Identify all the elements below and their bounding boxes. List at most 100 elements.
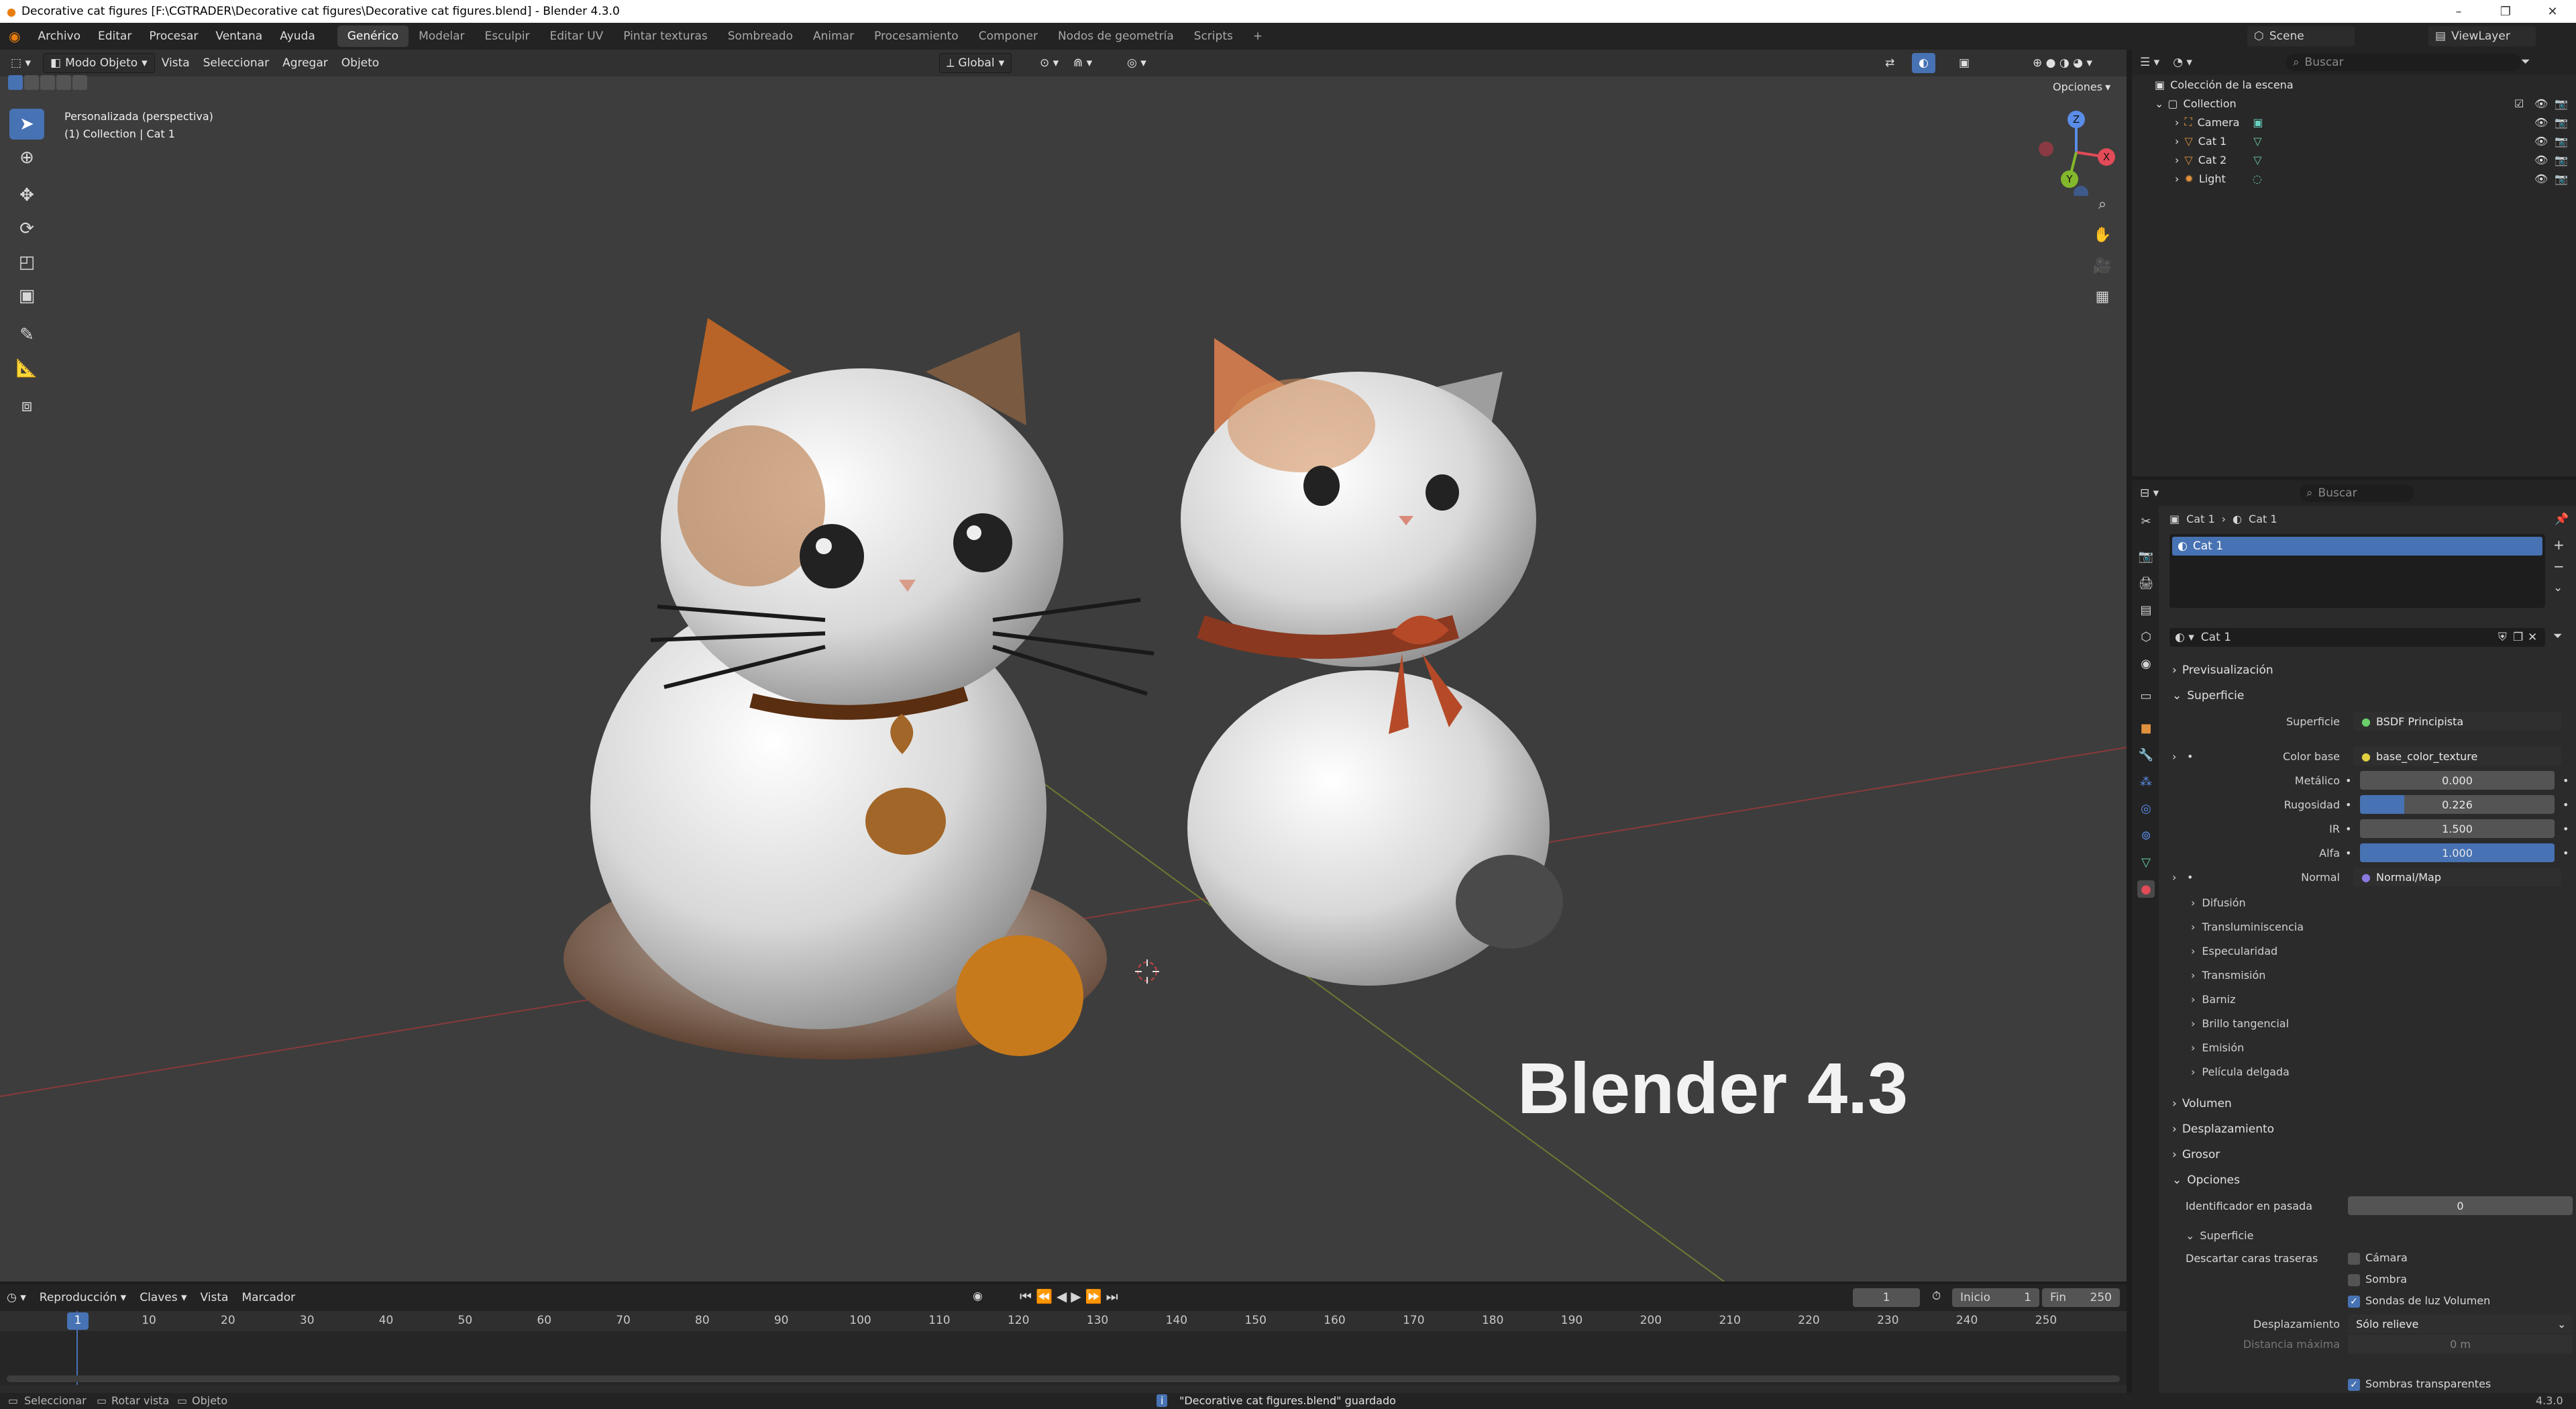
- keyframe-dot-icon[interactable]: •: [2563, 774, 2569, 787]
- scale-tool[interactable]: ◰: [9, 247, 44, 278]
- workspace-tab-editar-uv[interactable]: Editar UV: [539, 25, 613, 47]
- section-preview[interactable]: › Previsualización: [2172, 659, 2575, 682]
- menu-procesar[interactable]: Procesar: [140, 23, 207, 50]
- workspace-tab-sombreado[interactable]: Sombreado: [718, 25, 803, 47]
- camera-render-icon[interactable]: 📷: [2555, 116, 2568, 129]
- camera-render-icon[interactable]: 📷: [2555, 172, 2568, 185]
- pass-index-field[interactable]: 0: [2348, 1196, 2573, 1215]
- select-new-icon[interactable]: [8, 75, 23, 90]
- outliner-scene-collection[interactable]: ▣ Colección de la escena: [2132, 75, 2576, 94]
- object-tab-icon[interactable]: ■: [2137, 719, 2155, 737]
- alpha-slider[interactable]: 1.000: [2360, 843, 2555, 862]
- max-distance-field[interactable]: 0 m: [2348, 1335, 2573, 1353]
- timeline-menu-claves[interactable]: Claves ▾: [133, 1288, 193, 1308]
- workspace-tab-esculpir[interactable]: Esculpir: [475, 25, 540, 47]
- view-layer-selector[interactable]: ▤ ViewLayer: [2428, 26, 2536, 46]
- camera-render-icon[interactable]: 📷: [2555, 97, 2568, 110]
- constraints-tab-icon[interactable]: ⊚: [2137, 827, 2155, 844]
- workspace-tab-componer[interactable]: Componer: [969, 25, 1048, 47]
- start-frame-field[interactable]: Inicio 1: [1952, 1288, 2039, 1307]
- transform-tool[interactable]: ▣: [9, 280, 44, 311]
- section-thickness[interactable]: › Grosor: [2172, 1143, 2575, 1166]
- eye-icon[interactable]: 👁: [2534, 135, 2548, 148]
- timeline-scrollbar[interactable]: [7, 1375, 2120, 1382]
- playback-controls[interactable]: ⏮⏪◀▶⏩⏭: [1020, 1288, 1122, 1304]
- duplicate-icon[interactable]: ❐: [2513, 631, 2523, 644]
- xray-button[interactable]: ▣: [1952, 53, 1976, 73]
- viewport-menu-agregar[interactable]: Agregar: [276, 53, 335, 73]
- properties-editor-icon[interactable]: ⊟ ▾: [2140, 486, 2159, 500]
- outliner-item-light[interactable]: › ✹ Light ◌ 👁 📷: [2132, 169, 2576, 188]
- snap-toggle-button[interactable]: ⋒ ▾: [1067, 53, 1099, 73]
- particles-tab-icon[interactable]: ⁂: [2137, 773, 2155, 790]
- outliner-item-camera[interactable]: › ⛶ Camera ▣ 👁 📷: [2132, 113, 2576, 132]
- eye-icon[interactable]: 👁: [2534, 97, 2548, 110]
- output-tab-icon[interactable]: 🖨: [2137, 574, 2155, 592]
- outliner-item-cat-2[interactable]: › ▽ Cat 2 ▽ 👁 📷: [2132, 150, 2576, 169]
- tool-tab-icon[interactable]: ✂: [2137, 513, 2155, 530]
- subpanel-difusion[interactable]: › Difusión: [2191, 891, 2567, 914]
- chevron-right-icon[interactable]: ›: [2172, 871, 2176, 884]
- selection-mode-buttons[interactable]: [8, 75, 87, 90]
- workspace-tab-modelar[interactable]: Modelar: [409, 25, 474, 47]
- section-volume[interactable]: › Volumen: [2172, 1092, 2575, 1115]
- transform-orientation-dropdown[interactable]: ⟂ Global ▾: [939, 53, 1012, 73]
- add-workspace-button[interactable]: +: [1243, 25, 1273, 47]
- outliner-item-cat-1[interactable]: › ▽ Cat 1 ▽ 👁 📷: [2132, 132, 2576, 150]
- record-icon[interactable]: ◉: [973, 1290, 983, 1303]
- editor-type-button[interactable]: ⬚ ▾: [4, 53, 38, 73]
- blender-menu-icon[interactable]: ◉: [0, 23, 29, 50]
- move-tool[interactable]: ✥: [9, 180, 44, 211]
- select-subtract-icon[interactable]: [40, 75, 55, 90]
- remove-slot-icon[interactable]: −: [2553, 558, 2565, 574]
- checkbox-icon[interactable]: ☑: [2514, 97, 2524, 110]
- keyframe-dot-icon[interactable]: •: [2563, 823, 2569, 835]
- camera-checkbox[interactable]: Cámara: [2348, 1251, 2408, 1265]
- camera-view-button[interactable]: 🎥: [2089, 252, 2116, 279]
- subpanel-emision[interactable]: › Emisión: [2191, 1036, 2567, 1059]
- fake-user-icon[interactable]: ⛨: [2498, 631, 2507, 644]
- select-box-tool[interactable]: ➤: [9, 109, 44, 140]
- shadow-checkbox[interactable]: Sombra: [2348, 1273, 2407, 1286]
- options-surface-subpanel[interactable]: ⌄ Superficie: [2186, 1224, 2561, 1247]
- keyframe-dot-icon[interactable]: •: [2563, 798, 2569, 811]
- clock-icon[interactable]: ⏱: [1932, 1290, 1941, 1303]
- select-extend-icon[interactable]: [24, 75, 39, 90]
- workspace-tab-nodos-geometria[interactable]: Nodos de geometría: [1048, 25, 1184, 47]
- material-datablock-selector[interactable]: ◐ ▾ Cat 1 ⛨ ❐ ✕: [2169, 628, 2545, 647]
- workspace-tab-animar[interactable]: Animar: [803, 25, 864, 47]
- slot-specials-icon[interactable]: ⌄: [2553, 581, 2563, 594]
- link-icon[interactable]: ⏷: [2553, 629, 2563, 643]
- subpanel-transluminiscencia[interactable]: › Transluminiscencia: [2191, 915, 2567, 938]
- menu-ayuda[interactable]: Ayuda: [271, 23, 324, 50]
- collection-tab-icon[interactable]: ▭: [2137, 687, 2155, 704]
- scene-selector[interactable]: ⬡ Scene: [2247, 26, 2355, 46]
- timeline-menu-marcador[interactable]: Marcador: [235, 1288, 302, 1308]
- annotate-tool[interactable]: ✎: [9, 319, 44, 350]
- subpanel-especularidad[interactable]: › Especularidad: [2191, 939, 2567, 962]
- physics-tab-icon[interactable]: ◎: [2137, 800, 2155, 817]
- view-layer-tab-icon[interactable]: ▤: [2137, 601, 2155, 619]
- add-slot-icon[interactable]: +: [2553, 537, 2565, 553]
- select-invert-icon[interactable]: [56, 75, 71, 90]
- workspace-tab-scripts[interactable]: Scripts: [1184, 25, 1243, 47]
- section-surface[interactable]: ⌄ Superficie: [2172, 684, 2575, 707]
- outliner-collection-row[interactable]: ⌄ ▢ Collection ☑ 👁 📷: [2132, 94, 2576, 113]
- current-frame-field[interactable]: 1: [1853, 1288, 1920, 1307]
- timeline-menu-vista[interactable]: Vista: [194, 1288, 235, 1308]
- render-tab-icon[interactable]: 📷: [2137, 547, 2155, 565]
- outliner-filter-icon[interactable]: ◔ ▾: [2173, 56, 2192, 69]
- viewport-menu-seleccionar[interactable]: Seleccionar: [197, 53, 276, 73]
- chevron-right-icon[interactable]: ›: [2172, 750, 2176, 763]
- section-displacement[interactable]: › Desplazamiento: [2172, 1118, 2575, 1141]
- material-slot-item[interactable]: ◐ Cat 1: [2172, 537, 2542, 556]
- pin-icon[interactable]: 📌: [2555, 513, 2569, 526]
- cursor-tool[interactable]: ⊕: [9, 142, 44, 173]
- object-mode-dropdown[interactable]: ◧ Modo Objeto ▾: [43, 53, 155, 73]
- zoom-button[interactable]: ⌕: [2089, 191, 2116, 217]
- camera-render-icon[interactable]: 📷: [2555, 154, 2568, 166]
- menu-archivo[interactable]: Archivo: [29, 23, 89, 50]
- menu-ventana[interactable]: Ventana: [207, 23, 271, 50]
- workspace-tab-pintar-texturas[interactable]: Pintar texturas: [613, 25, 717, 47]
- subpanel-barniz[interactable]: › Barniz: [2191, 988, 2567, 1010]
